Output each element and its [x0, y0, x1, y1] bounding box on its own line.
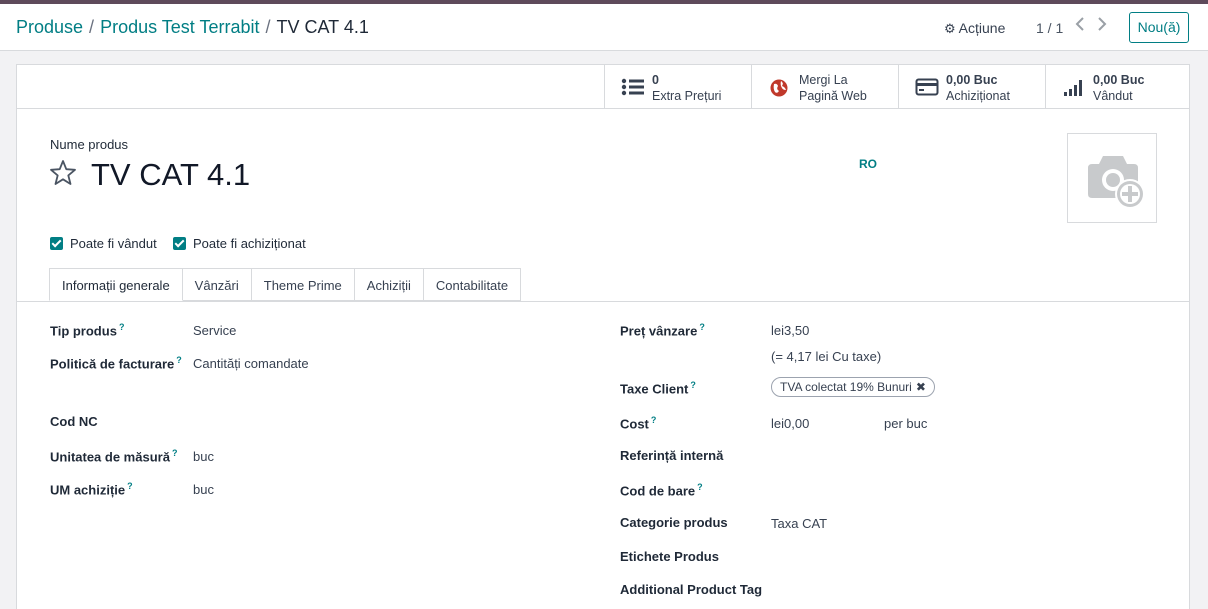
purchase-uom-value[interactable]: buc	[193, 482, 214, 497]
can-be-purchased-label: Poate fi achiziționat	[193, 235, 306, 251]
hs-code-input[interactable]	[193, 414, 393, 430]
action-menu-button[interactable]: ⚙ Acțiune	[944, 20, 1005, 37]
tax-tag[interactable]: TVA colectat 19% Bunuri ✖	[771, 377, 935, 397]
can-be-sold-checkbox[interactable]	[50, 236, 63, 250]
help-icon[interactable]: ?	[172, 448, 178, 458]
help-icon[interactable]: ?	[127, 481, 133, 491]
control-panel: Produse / Produs Test Terrabit / TV CAT 4.1 …	[0, 4, 1208, 51]
breadcrumb-item-products[interactable]: Produse	[16, 17, 83, 37]
invoicing-policy-label: Politică de facturare?	[50, 355, 182, 372]
list-icon	[621, 78, 644, 96]
stat-sold-label: Vândut	[1093, 89, 1133, 103]
chevron-right-icon	[1098, 17, 1107, 31]
cost-value[interactable]: lei0,00	[771, 416, 809, 431]
sale-price-label: Preț vânzare?	[620, 322, 705, 339]
purchase-uom-label: UM achiziție?	[50, 481, 133, 498]
tab-purchase[interactable]: Achiziții	[354, 268, 424, 301]
stat-button-purchased[interactable]: 0,00 Buc Achiziționat	[898, 65, 1045, 108]
language-button[interactable]: RO	[859, 157, 877, 171]
uom-value[interactable]: buc	[193, 449, 214, 464]
help-icon[interactable]: ?	[699, 322, 705, 332]
stat-purchased-qty: 0,00 Buc	[946, 73, 998, 87]
product-category-label: Categorie produs	[620, 515, 728, 530]
cost-label: Cost?	[620, 415, 657, 432]
breadcrumb: Produse / Produs Test Terrabit / TV CAT 4.1	[16, 17, 369, 38]
cost-unit: per buc	[884, 416, 928, 431]
internal-reference-label: Referință internă	[620, 448, 724, 463]
tax-tag-label: TVA colectat 19% Bunuri	[780, 380, 912, 394]
tab-theme-prime[interactable]: Theme Prime	[251, 268, 355, 301]
product-category-value[interactable]: Taxa CAT	[771, 516, 827, 531]
credit-card-icon	[915, 78, 939, 96]
can-be-sold-label: Poate fi vândut	[70, 235, 157, 251]
pager-previous-button[interactable]	[1072, 17, 1088, 35]
remove-tag-icon[interactable]: ✖	[916, 380, 926, 394]
pager-value[interactable]: 1 / 1	[1036, 20, 1063, 36]
sale-price-value[interactable]: lei3,50	[771, 323, 809, 338]
stat-extra-prices-label: Extra Prețuri	[652, 89, 722, 103]
breadcrumb-separator: /	[89, 17, 95, 37]
stat-button-sold[interactable]: 0,00 Buc Vândut	[1045, 65, 1190, 108]
gear-icon: ⚙	[944, 21, 956, 36]
pager-next-button[interactable]	[1094, 17, 1110, 35]
product-type-label: Tip produs?	[50, 322, 125, 339]
stat-sold-qty: 0,00 Buc	[1093, 73, 1145, 87]
action-label: Acțiune	[958, 20, 1006, 36]
new-record-button[interactable]: Nou(ă)	[1129, 12, 1189, 43]
stat-button-website[interactable]: Mergi La Pagină Web	[751, 65, 898, 108]
breadcrumb-separator: /	[265, 17, 271, 37]
help-icon[interactable]: ?	[690, 380, 696, 390]
product-tags-label: Etichete Produs	[620, 549, 719, 564]
breadcrumb-item-template[interactable]: Produs Test Terrabit	[100, 17, 259, 37]
stat-button-bar: 0 Extra Prețuri Mergi La Pagină Web 0,00…	[17, 65, 1189, 109]
help-icon[interactable]: ?	[651, 415, 657, 425]
internal-reference-input[interactable]	[771, 448, 1151, 464]
product-type-value[interactable]: Service	[193, 323, 236, 338]
customer-taxes-label: Taxe Client?	[620, 380, 696, 397]
signal-bars-icon	[1064, 80, 1082, 96]
product-name-label: Nume produs	[50, 137, 129, 152]
additional-product-tag-label: Additional Product Tag	[620, 582, 763, 597]
product-name-field[interactable]: TV CAT 4.1	[91, 157, 250, 193]
can-be-purchased-checkbox[interactable]	[173, 236, 186, 250]
stat-button-extra-prices[interactable]: 0 Extra Prețuri	[604, 65, 751, 108]
barcode-input[interactable]	[771, 482, 1151, 498]
uom-label: Unitatea de măsură?	[50, 448, 178, 465]
stat-website-line1: Mergi La	[799, 73, 848, 87]
favorite-star-icon[interactable]	[49, 159, 77, 187]
tab-sales[interactable]: Vânzări	[182, 268, 252, 301]
tabs-divider	[17, 301, 1189, 302]
tab-general-information[interactable]: Informații generale	[49, 268, 183, 301]
help-icon[interactable]: ?	[697, 482, 703, 492]
form-tabs: Informații generale Vânzări Theme Prime …	[49, 268, 522, 301]
hs-code-label: Cod NC	[50, 414, 98, 429]
product-image-upload[interactable]	[1067, 133, 1157, 223]
invoicing-policy-value[interactable]: Cantități comandate	[193, 356, 309, 371]
barcode-label: Cod de bare?	[620, 482, 703, 499]
form-sheet: 0 Extra Prețuri Mergi La Pagină Web 0,00…	[16, 64, 1190, 609]
sale-price-taxed: (= 4,17 lei Cu taxe)	[771, 349, 882, 364]
help-icon[interactable]: ?	[176, 355, 182, 365]
chevron-left-icon	[1075, 17, 1084, 31]
product-tags-input[interactable]	[771, 549, 1151, 565]
stat-purchased-label: Achiziționat	[946, 89, 1010, 103]
help-icon[interactable]: ?	[119, 322, 125, 332]
breadcrumb-current: TV CAT 4.1	[276, 17, 369, 37]
globe-icon	[770, 79, 788, 97]
can-be-purchased-checkbox-row[interactable]: Poate fi achiziționat	[173, 235, 306, 251]
camera-add-icon	[1088, 156, 1145, 209]
additional-product-tag-input[interactable]	[771, 582, 1151, 598]
can-be-sold-checkbox-row[interactable]: Poate fi vândut	[50, 235, 157, 251]
stat-extra-prices-count: 0	[652, 73, 659, 87]
tab-accounting[interactable]: Contabilitate	[423, 268, 522, 301]
stat-website-line2: Pagină Web	[799, 89, 867, 103]
